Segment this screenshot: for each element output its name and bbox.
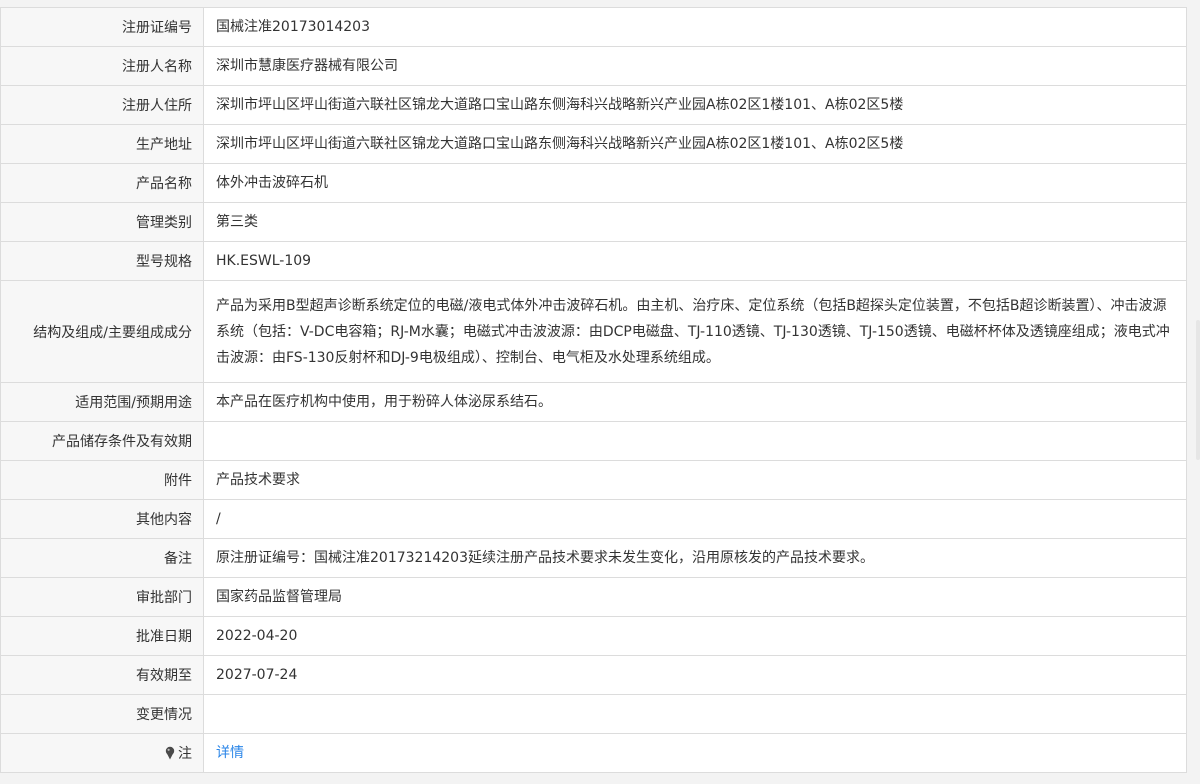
field-label: 产品名称 <box>0 163 204 203</box>
field-label: 附件 <box>0 460 204 500</box>
field-value <box>203 421 1187 461</box>
row-approval-date: 批准日期 2022-04-20 <box>0 616 1187 656</box>
row-intended-use: 适用范围/预期用途 本产品在医疗机构中使用，用于粉碎人体泌尿系结石。 <box>0 382 1187 422</box>
field-label: 管理类别 <box>0 202 204 242</box>
field-label: 批准日期 <box>0 616 204 656</box>
note-value-cell: 详情 <box>203 733 1187 773</box>
row-remarks: 备注 原注册证编号：国械注准20173214203延续注册产品技术要求未发生变化… <box>0 538 1187 578</box>
row-registrant-name: 注册人名称 深圳市慧康医疗器械有限公司 <box>0 46 1187 86</box>
field-value: 2022-04-20 <box>203 616 1187 656</box>
field-label: 有效期至 <box>0 655 204 695</box>
field-value: 2027-07-24 <box>203 655 1187 695</box>
field-label: 变更情况 <box>0 694 204 734</box>
note-label-cell: 注 <box>0 733 204 773</box>
field-value: 第三类 <box>203 202 1187 242</box>
field-value: 国家药品监督管理局 <box>203 577 1187 617</box>
field-label: 适用范围/预期用途 <box>0 382 204 422</box>
row-production-address: 生产地址 深圳市坪山区坪山街道六联社区锦龙大道路口宝山路东侧海科兴战略新兴产业园… <box>0 124 1187 164</box>
row-storage-validity: 产品储存条件及有效期 <box>0 421 1187 461</box>
field-value: 原注册证编号：国械注准20173214203延续注册产品技术要求未发生变化，沿用… <box>203 538 1187 578</box>
row-valid-until: 有效期至 2027-07-24 <box>0 655 1187 695</box>
field-label: 其他内容 <box>0 499 204 539</box>
scrollbar[interactable] <box>1196 320 1200 460</box>
field-value: 国械注准20173014203 <box>203 7 1187 47</box>
field-value: 深圳市坪山区坪山街道六联社区锦龙大道路口宝山路东侧海科兴战略新兴产业园A栋02区… <box>203 85 1187 125</box>
row-structure-composition: 结构及组成/主要组成成分 产品为采用B型超声诊断系统定位的电磁/液电式体外冲击波… <box>0 280 1187 383</box>
note-label: 注 <box>164 743 192 763</box>
field-label: 审批部门 <box>0 577 204 617</box>
pin-icon <box>165 746 175 759</box>
note-label-text: 注 <box>178 745 192 762</box>
row-registration-number: 注册证编号 国械注准20173014203 <box>0 7 1187 47</box>
field-value: 产品为采用B型超声诊断系统定位的电磁/液电式体外冲击波碎石机。由主机、治疗床、定… <box>203 280 1187 383</box>
row-management-category: 管理类别 第三类 <box>0 202 1187 242</box>
field-value: 深圳市坪山区坪山街道六联社区锦龙大道路口宝山路东侧海科兴战略新兴产业园A栋02区… <box>203 124 1187 164</box>
field-label: 型号规格 <box>0 241 204 281</box>
field-value: 深圳市慧康医疗器械有限公司 <box>203 46 1187 86</box>
row-model-spec: 型号规格 HK.ESWL-109 <box>0 241 1187 281</box>
row-note: 注 详情 <box>0 733 1187 773</box>
field-label: 注册证编号 <box>0 7 204 47</box>
field-value: 产品技术要求 <box>203 460 1187 500</box>
row-attachment: 附件 产品技术要求 <box>0 460 1187 500</box>
registration-detail-page: 注册证编号 国械注准20173014203 注册人名称 深圳市慧康医疗器械有限公… <box>0 7 1187 773</box>
field-label: 生产地址 <box>0 124 204 164</box>
field-value: 体外冲击波碎石机 <box>203 163 1187 203</box>
field-label: 结构及组成/主要组成成分 <box>0 280 204 383</box>
field-value: HK.ESWL-109 <box>203 241 1187 281</box>
field-value <box>203 694 1187 734</box>
field-label: 注册人名称 <box>0 46 204 86</box>
details-link[interactable]: 详情 <box>216 745 244 761</box>
field-label: 备注 <box>0 538 204 578</box>
field-label: 产品储存条件及有效期 <box>0 421 204 461</box>
row-approval-department: 审批部门 国家药品监督管理局 <box>0 577 1187 617</box>
field-value: 本产品在医疗机构中使用，用于粉碎人体泌尿系结石。 <box>203 382 1187 422</box>
registration-detail-table: 注册证编号 国械注准20173014203 注册人名称 深圳市慧康医疗器械有限公… <box>0 7 1187 773</box>
row-registrant-address: 注册人住所 深圳市坪山区坪山街道六联社区锦龙大道路口宝山路东侧海科兴战略新兴产业… <box>0 85 1187 125</box>
row-other-content: 其他内容 / <box>0 499 1187 539</box>
row-product-name: 产品名称 体外冲击波碎石机 <box>0 163 1187 203</box>
row-change-status: 变更情况 <box>0 694 1187 734</box>
field-value: / <box>203 499 1187 539</box>
field-label: 注册人住所 <box>0 85 204 125</box>
